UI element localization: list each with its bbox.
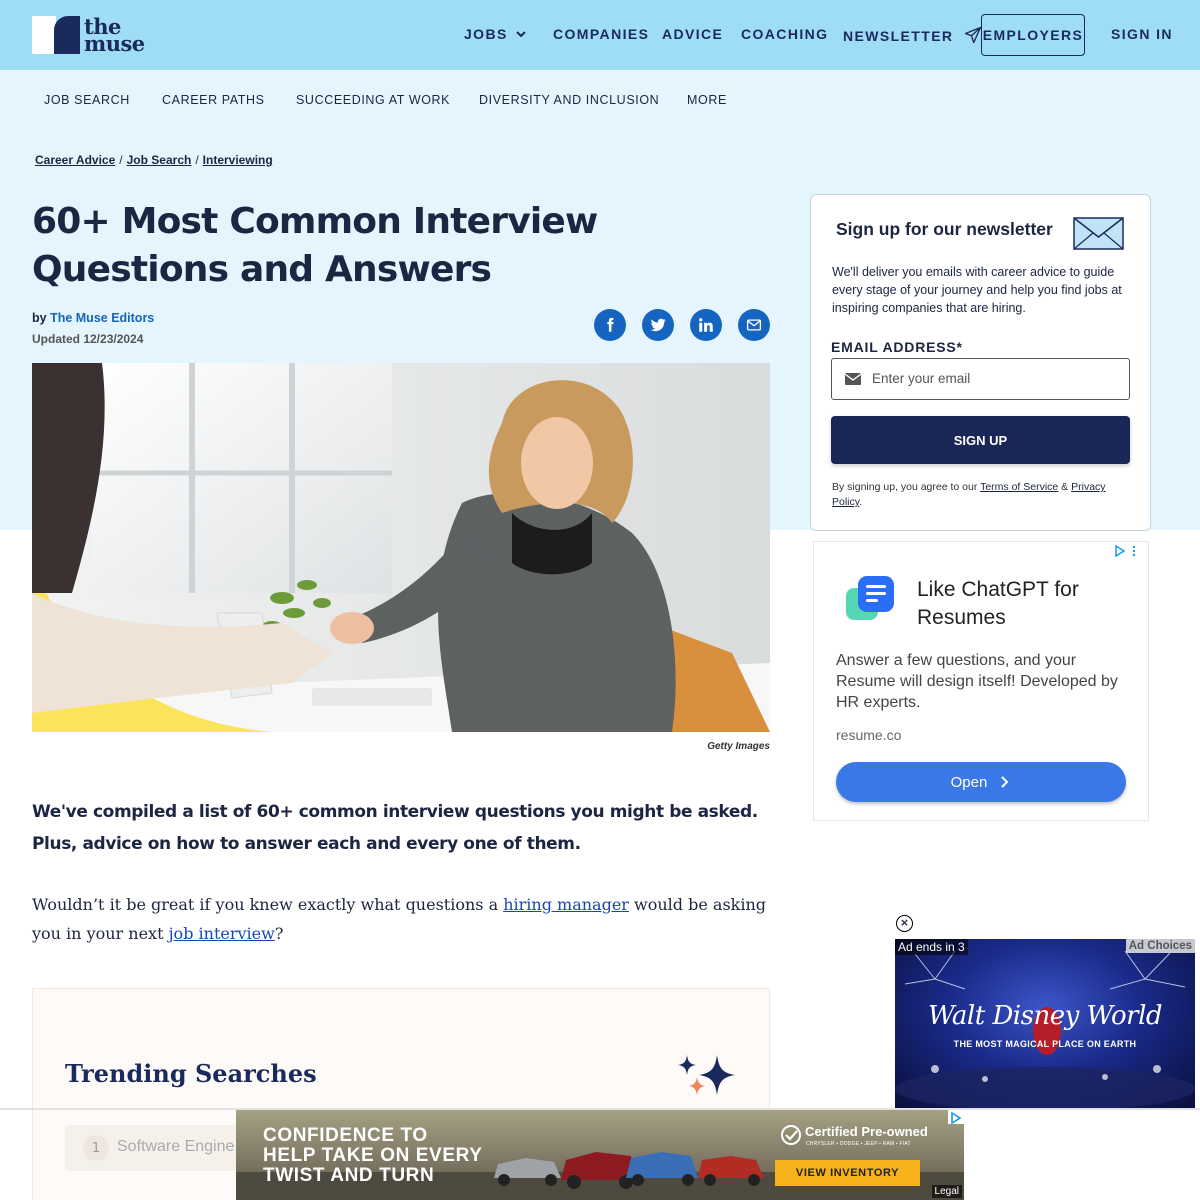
envelope-icon [1073,217,1124,250]
nav-jobs[interactable]: JOBS [464,26,527,42]
nav-newsletter[interactable]: NEWSLETTER [843,26,982,44]
article-lead: We've compiled a list of 60+ common inte… [32,802,758,854]
subnav-more[interactable]: MORE [687,93,727,107]
terms-text: By signing up, you agree to our Terms of… [832,481,1106,508]
subnav-job-search[interactable]: JOB SEARCH [44,93,130,107]
ad-body: Answer a few questions, and your Resume … [836,652,1118,711]
car-ad-headline: CONFIDENCE TO HELP TAKE ON EVERY TWIST A… [263,1125,483,1186]
sparkle-icon [678,1055,735,1095]
updated-date: Updated 12/23/2024 [32,332,144,346]
resume-app-logo-icon [846,576,894,620]
adchoices-icon[interactable] [1114,545,1140,557]
logo-wordmark: the muse [84,14,145,56]
email-icon [746,319,762,331]
share-facebook-button[interactable] [594,309,626,341]
share-email-button[interactable] [738,309,770,341]
newsletter-title: Sign up for our newsletter [836,219,1053,239]
logo-mark-icon [32,16,80,54]
twitter-icon [650,318,666,332]
facebook-icon [607,317,614,332]
trending-item-number: 1 [83,1135,109,1161]
email-field[interactable]: Enter your email [831,358,1130,400]
paper-plane-icon [964,26,981,44]
newsletter-card: Sign up for our newsletter We'll deliver… [810,194,1151,531]
trending-title: Trending Searches [65,1059,317,1088]
brand-list: CHRYSLER • DODGE • JEEP • RAM • FIAT [806,1141,911,1147]
disney-tagline: THE MOST MAGICAL PLACE ON EARTH [953,1039,1137,1049]
ad-countdown: Ad ends in 3 [895,939,968,955]
ad-headline: Like ChatGPT for Resumes [917,578,1079,629]
subnav-career-paths[interactable]: CAREER PATHS [162,93,265,107]
certified-check-icon [781,1125,801,1145]
breadcrumb-interviewing[interactable]: Interviewing [203,153,273,167]
car-banner-ad[interactable]: CONFIDENCE TO HELP TAKE ON EVERY TWIST A… [236,1110,964,1200]
share-linkedin-button[interactable] [690,309,722,341]
legal-link[interactable]: Legal [931,1185,962,1198]
subnav-succeeding-at-work[interactable]: SUCCEEDING AT WORK [296,93,450,107]
ad-open-button[interactable]: Open [836,762,1126,802]
byline: by The Muse Editors [32,311,155,325]
sign-up-button[interactable]: SIGN UP [831,416,1130,464]
terms-of-service-link[interactable]: Terms of Service [980,481,1058,493]
certified-preowned-logo: Certified Pre-owned [805,1124,928,1139]
nav-coaching[interactable]: COACHING [741,26,828,42]
nav-sign-in[interactable]: SIGN IN [1111,26,1173,42]
article-title: 60+ Most Common Interview Questions and … [32,201,598,290]
chevron-down-icon [516,31,526,38]
breadcrumb-career-advice[interactable]: Career Advice [35,153,115,167]
disney-video-ad[interactable]: Ad ends in 3 Ad Choices Walt Disney Worl… [895,939,1195,1108]
nav-advice[interactable]: ADVICE [662,26,723,42]
trending-item-label: Software Engine [117,1138,235,1155]
article-paragraph: Wouldn’t it be great if you knew exactly… [32,895,767,943]
subnav-diversity-inclusion[interactable]: DIVERSITY AND INCLUSION [479,93,659,107]
breadcrumb-job-search[interactable]: Job Search [127,153,192,167]
ad-choices-link[interactable]: Ad Choices [1125,939,1195,953]
share-twitter-button[interactable] [642,309,674,341]
view-inventory-button[interactable]: VIEW INVENTORY [775,1160,920,1186]
adchoices-icon[interactable] [948,1110,964,1125]
ad-domain: resume.co [836,727,902,743]
handshake-photo [32,363,770,732]
linkedin-icon [699,318,713,332]
chevron-right-icon [1001,776,1009,788]
job-interview-link[interactable]: job interview [169,924,275,943]
breadcrumb: Career Advice / Job Search / Interviewing [35,153,273,167]
hiring-manager-link[interactable]: hiring manager [503,895,629,914]
close-ad-button[interactable]: × [896,915,913,932]
nav-companies[interactable]: COMPANIES [553,26,649,42]
the-muse-logo[interactable]: the muse [32,16,145,54]
hero-image [32,363,770,732]
employers-button[interactable]: EMPLOYERS [981,14,1085,56]
resume-ad[interactable]: Like ChatGPT for Resumes Answer a few qu… [813,541,1149,821]
disney-logo: Walt Disney World [927,1001,1163,1031]
email-label: EMAIL ADDRESS* [831,339,963,355]
email-placeholder: Enter your email [872,371,971,386]
newsletter-description: We'll deliver you emails with career adv… [832,265,1122,315]
mail-icon [845,373,861,385]
image-caption: Getty Images [707,741,770,752]
author-link[interactable]: The Muse Editors [50,311,154,325]
